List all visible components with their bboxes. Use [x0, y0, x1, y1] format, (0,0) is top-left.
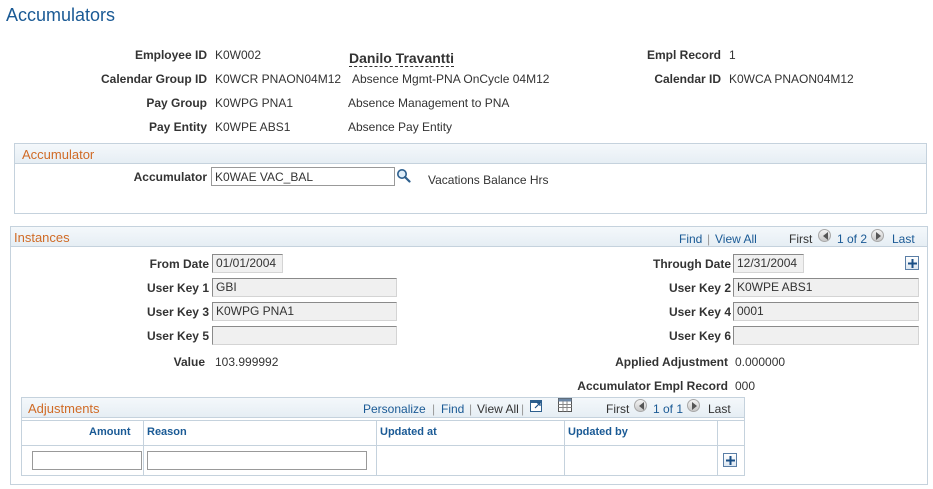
empl-record-value: 1: [729, 48, 736, 62]
accumulator-empl-record-label: Accumulator Empl Record: [577, 379, 728, 393]
pay-entity-label: Pay Entity: [148, 120, 207, 134]
adjustments-right-arrow-icon[interactable]: [687, 399, 700, 412]
adjustments-last-label: Last: [708, 402, 731, 416]
grid-col-divider-1: [143, 420, 144, 475]
adjustments-nav-sep-3: |: [521, 402, 525, 416]
instances-range: 1 of 2: [837, 232, 868, 246]
pay-group-value: K0WPG PNA1: [215, 96, 294, 110]
adjustments-first-label: First: [606, 402, 630, 416]
value-value: 103.999992: [215, 355, 279, 369]
user-key-1-field: GBI: [212, 278, 397, 297]
spreadsheet-icon[interactable]: [558, 398, 572, 412]
adjustments-view-all-link[interactable]: View All: [477, 402, 519, 416]
adjustments-range: 1 of 1: [653, 402, 684, 416]
calendar-id-value: K0WCA PNAON04M12: [729, 72, 854, 86]
user-key-3-label: User Key 3: [146, 305, 209, 319]
adjustments-left-arrow-icon[interactable]: [634, 399, 647, 412]
grid-col-divider-3: [564, 420, 565, 475]
accumulator-empl-record-value: 000: [735, 379, 756, 393]
pay-entity-desc: Absence Pay Entity: [348, 120, 453, 134]
accumulator-section-header: Accumulator: [15, 144, 926, 164]
col-header-reason[interactable]: Reason: [147, 426, 187, 438]
employee-id-value: K0W002: [215, 48, 262, 62]
accumulator-input[interactable]: [211, 167, 395, 186]
add-row-plus-icon[interactable]: [723, 453, 737, 467]
user-key-6-label: User Key 6: [668, 329, 731, 343]
col-header-amount[interactable]: Amount: [89, 426, 131, 438]
instances-view-all-link[interactable]: View All: [715, 232, 757, 246]
through-date-label: Through Date: [653, 257, 731, 271]
calendar-group-desc: Absence Mgmt-PNA OnCycle 04M12: [352, 72, 550, 86]
calendar-group-id-value: K0WCR PNAON04M12: [215, 72, 342, 86]
grid-header-bottom-border: [22, 445, 744, 446]
value-label: Value: [173, 355, 205, 369]
user-key-2-label: User Key 2: [668, 281, 731, 295]
grid-header-top-border: [22, 420, 744, 421]
col-header-updated-by[interactable]: Updated by: [568, 426, 628, 438]
page-title: Accumulators: [6, 5, 116, 25]
empl-record-label: Empl Record: [646, 48, 721, 62]
accumulator-label: Accumulator: [133, 170, 207, 184]
adjustments-find-link[interactable]: Find: [441, 402, 464, 416]
amount-input[interactable]: [32, 451, 142, 470]
reason-input[interactable]: [147, 451, 367, 470]
user-key-2-field: K0WPE ABS1: [733, 278, 919, 297]
user-key-5-label: User Key 5: [146, 329, 209, 343]
right-arrow-icon[interactable]: [871, 229, 884, 242]
applied-adjustment-label: Applied Adjustment: [615, 355, 728, 369]
instances-nav-separator: |: [707, 232, 711, 246]
adjustments-personalize-link[interactable]: Personalize: [363, 402, 426, 416]
user-key-1-label: User Key 1: [146, 281, 209, 295]
user-key-6-field: [733, 326, 919, 345]
instances-section-title: Instances: [14, 230, 70, 245]
grid-col-divider-2: [376, 420, 377, 475]
adjustments-grid-title: Adjustments: [28, 401, 100, 416]
col-header-updated-at[interactable]: Updated at: [380, 426, 437, 438]
accumulator-desc: Vacations Balance Hrs: [428, 173, 549, 187]
adjustments-nav-sep-2: |: [469, 402, 473, 416]
zoom-window-icon[interactable]: [530, 398, 544, 412]
add-instance-plus-icon[interactable]: [905, 256, 919, 270]
magnifier-icon[interactable]: [396, 168, 411, 183]
user-key-4-label: User Key 4: [668, 305, 731, 319]
accumulator-section-title: Accumulator: [22, 147, 95, 162]
adjustments-nav-sep-1: |: [432, 402, 436, 416]
through-date-field: 12/31/2004: [733, 254, 804, 273]
from-date-field: 01/01/2004: [212, 254, 283, 273]
instances-last-link[interactable]: Last: [892, 232, 915, 246]
pay-group-desc: Absence Management to PNA: [348, 96, 510, 110]
user-key-3-field: K0WPG PNA1: [212, 302, 397, 321]
instances-first-label: First: [789, 232, 813, 246]
applied-adjustment-value: 0.000000: [735, 355, 786, 369]
employee-name[interactable]: Danilo Travantti: [349, 50, 455, 67]
user-key-5-field: [212, 326, 397, 345]
instances-find-link[interactable]: Find: [679, 232, 702, 246]
calendar-id-label: Calendar ID: [654, 72, 721, 86]
left-arrow-icon[interactable]: [818, 229, 831, 242]
pay-entity-value: K0WPE ABS1: [215, 120, 291, 134]
pay-group-label: Pay Group: [146, 96, 207, 110]
employee-id-label: Employee ID: [134, 48, 207, 62]
calendar-group-id-label: Calendar Group ID: [100, 72, 207, 86]
from-date-label: From Date: [149, 257, 209, 271]
user-key-4-field: 0001: [733, 302, 919, 321]
grid-col-divider-4: [717, 420, 718, 475]
